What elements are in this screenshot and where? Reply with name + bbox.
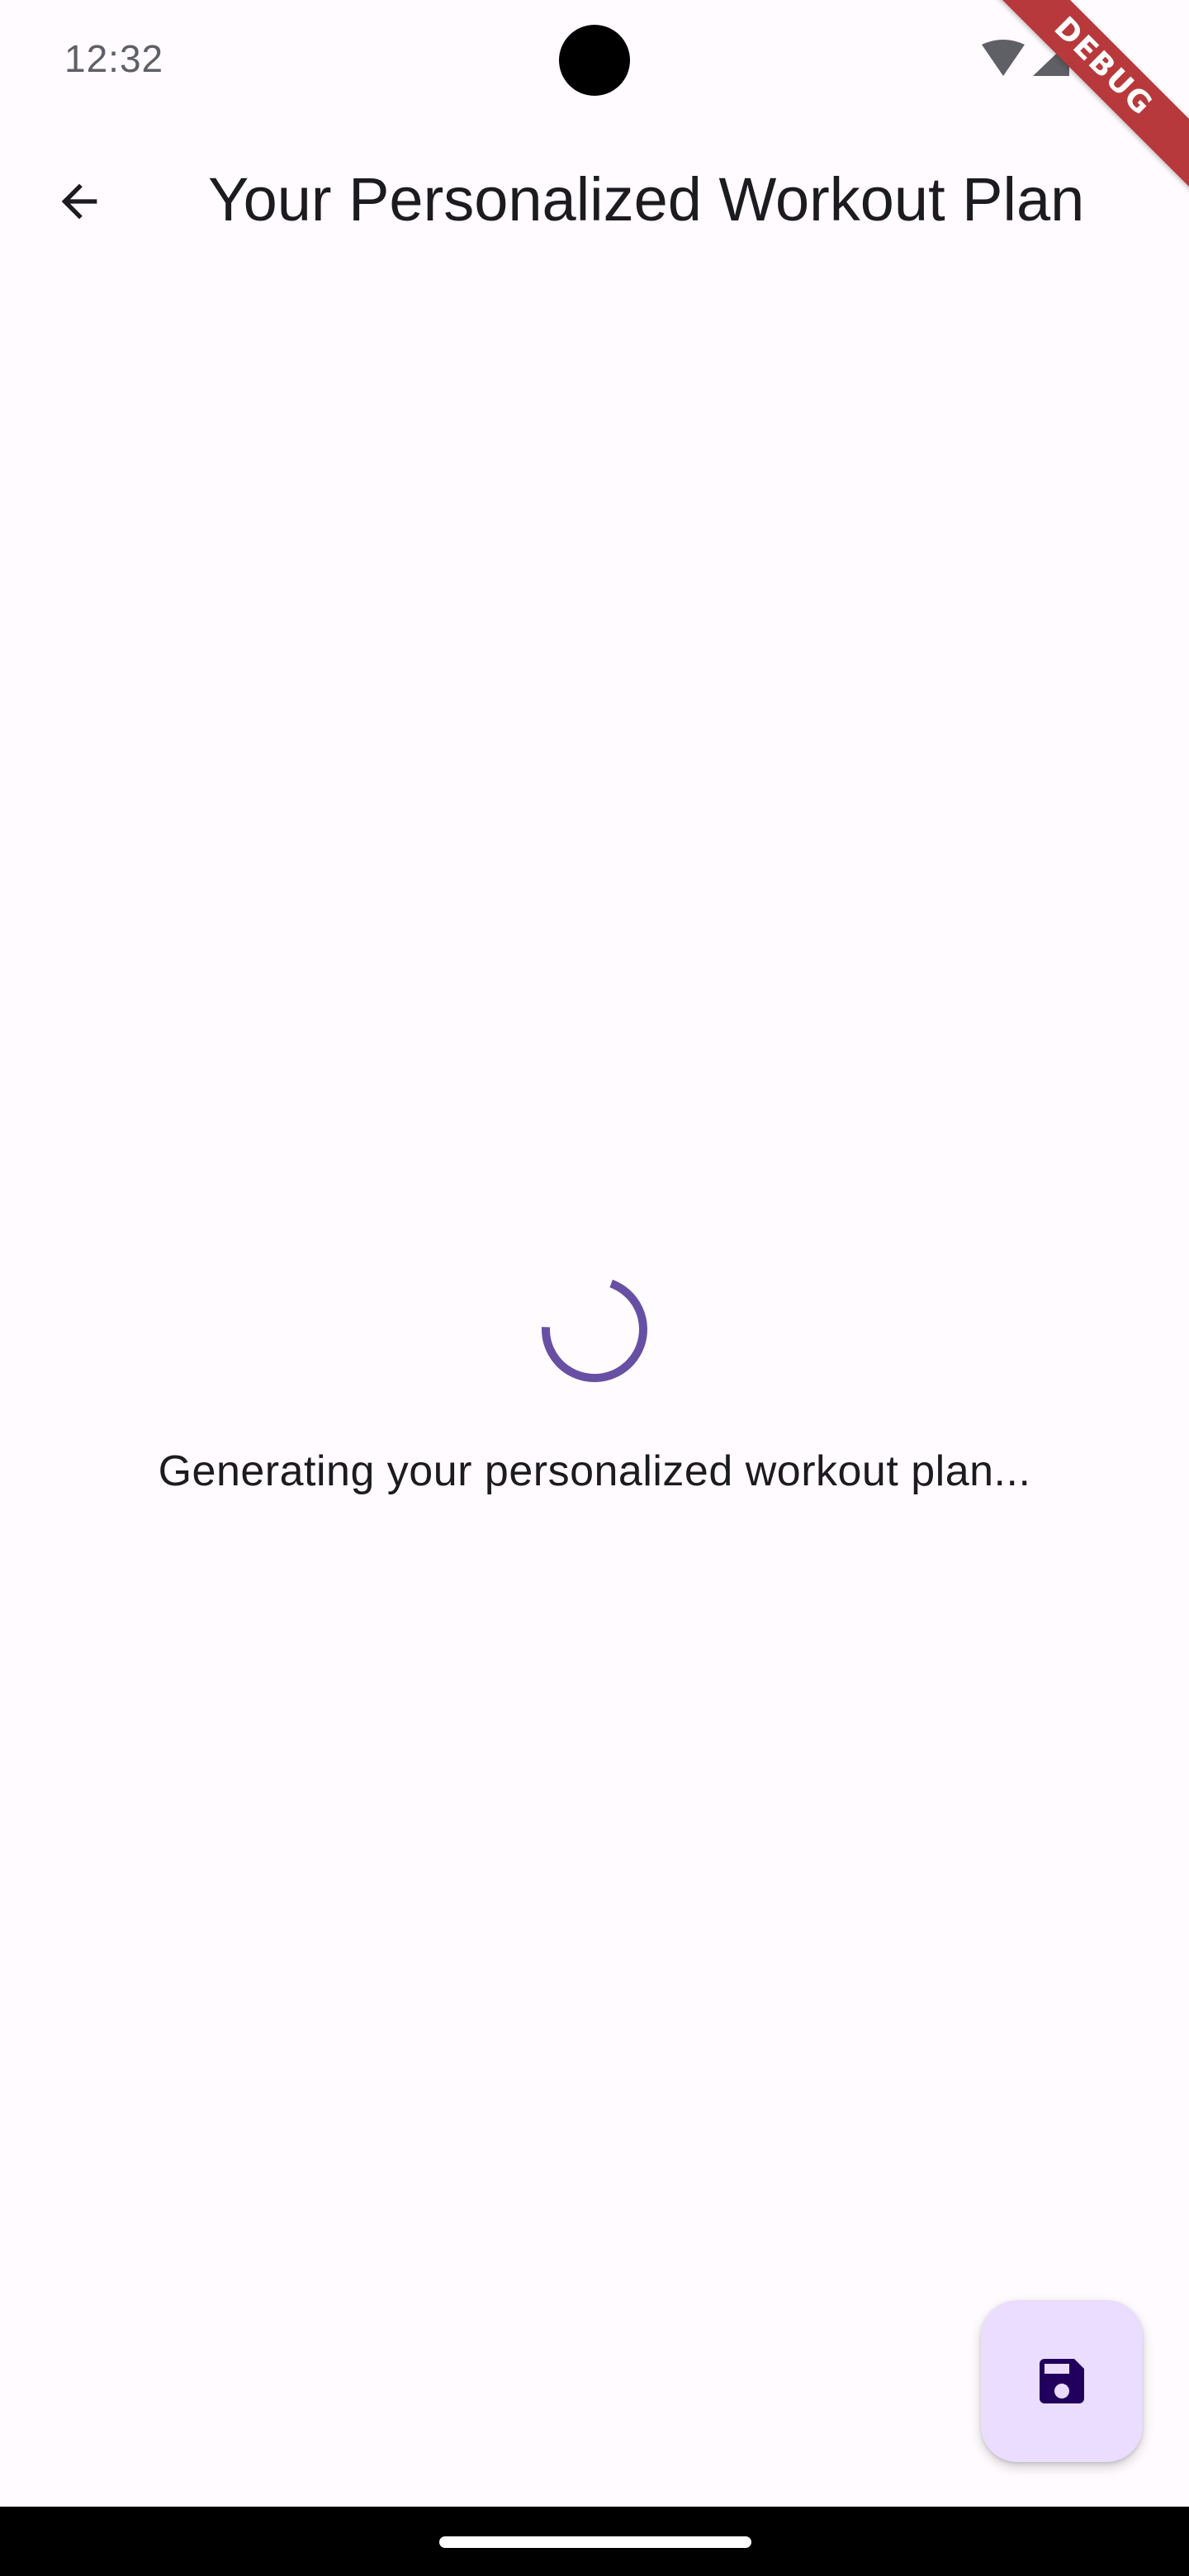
back-button[interactable] [40, 162, 119, 241]
home-gesture-handle[interactable] [439, 2536, 751, 2548]
app-screen: 12:32 DEBUG Your Personalized Workout Pl… [0, 0, 1189, 2576]
system-navigation-bar [0, 2507, 1189, 2576]
status-bar: 12:32 [0, 0, 1189, 124]
arrow-back-icon [61, 183, 97, 220]
page-title: Your Personalized Workout Plan [208, 165, 1085, 234]
app-bar: Your Personalized Workout Plan [0, 124, 1189, 277]
save-icon [1040, 2359, 1084, 2403]
loading-message: Generating your personalized workout pla… [158, 1447, 1031, 1495]
camera-cutout [559, 25, 630, 96]
wifi-icon [982, 40, 1025, 76]
status-time: 12:32 [64, 37, 164, 80]
save-fab-button[interactable] [981, 2300, 1143, 2462]
loading-spinner [541, 1276, 648, 1383]
